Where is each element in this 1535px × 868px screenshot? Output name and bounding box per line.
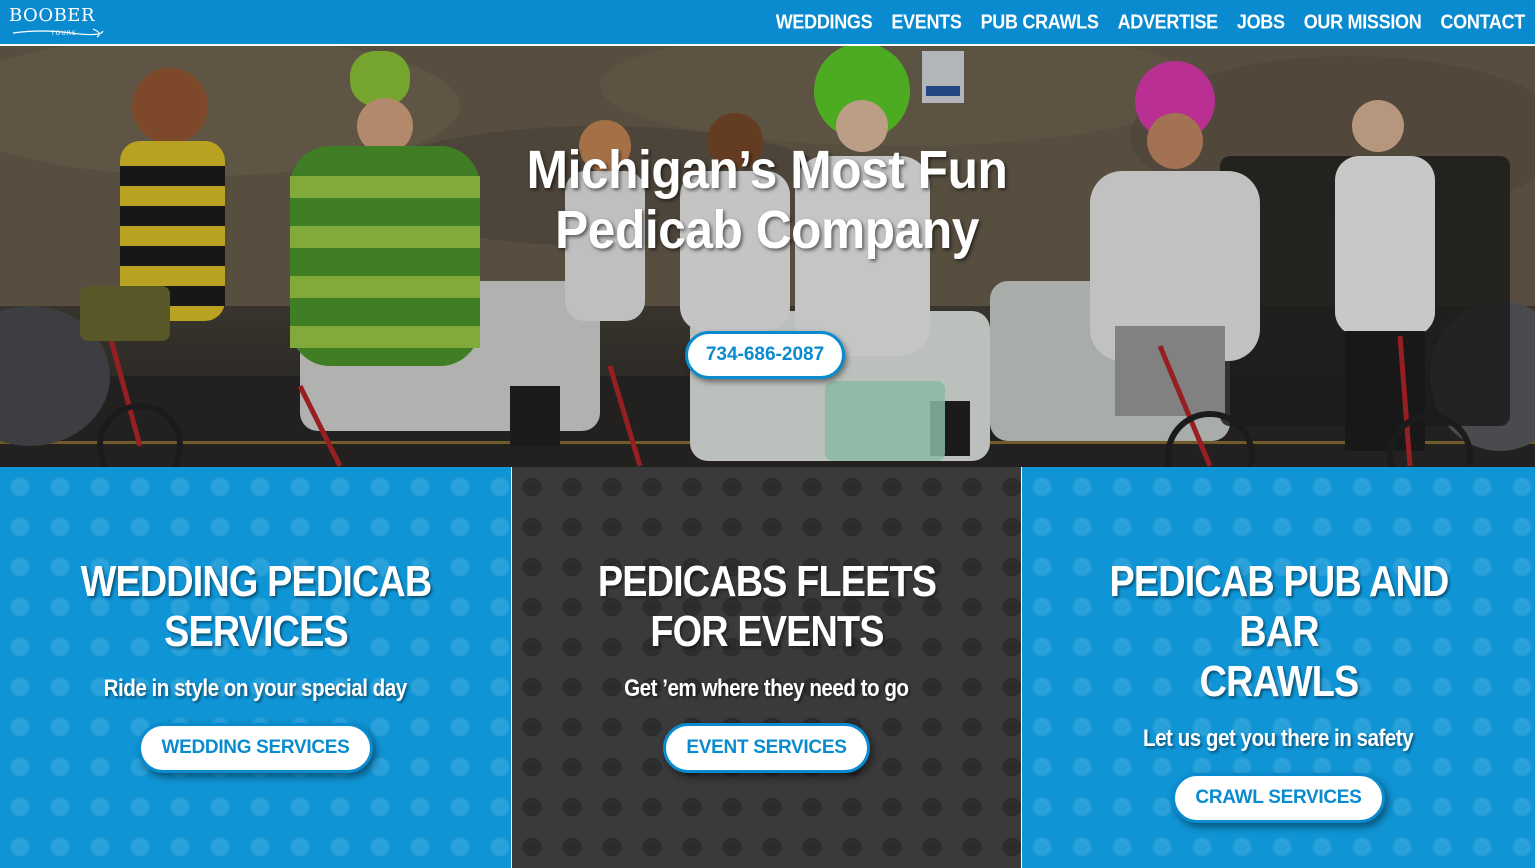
panel-weddings-title-line-2: SERVICES	[163, 607, 349, 656]
logo-wordmark: BOOBER	[9, 5, 95, 26]
panel-weddings-subtitle: Ride in style on your special day	[103, 675, 408, 702]
main-menu: WEDDINGS EVENTS PUB CRAWLS ADVERTISE JOB…	[776, 0, 1526, 44]
nav-item-advertise[interactable]: ADVERTISE	[1118, 10, 1219, 34]
logo-subtext: TOURS	[51, 30, 77, 37]
hero-headline: Michigan’s Most Fun Pedicab Company	[445, 140, 1089, 260]
event-services-button[interactable]: EVENT SERVICES	[663, 723, 870, 773]
panel-events: PEDICABS FLEETS FOR EVENTS Get ’em where…	[511, 467, 1022, 868]
phone-call-button[interactable]: 734-686-2087	[685, 331, 845, 379]
service-panels: WEDDING PEDICAB SERVICES Ride in style o…	[0, 467, 1535, 868]
panel-events-title: PEDICABS FLEETS FOR EVENTS	[577, 557, 955, 657]
panel-weddings: WEDDING PEDICAB SERVICES Ride in style o…	[0, 467, 511, 868]
nav-item-contact[interactable]: CONTACT	[1440, 10, 1525, 34]
nav-item-weddings[interactable]: WEDDINGS	[776, 10, 873, 34]
panel-events-subtitle: Get ’em where they need to go	[624, 675, 909, 702]
panel-pub-crawls-subtitle: Let us get you there in safety	[1143, 725, 1414, 752]
nav-item-pub-crawls[interactable]: PUB CRAWLS	[981, 10, 1099, 34]
boober-tours-logo[interactable]: BOOBER TOURS	[9, 5, 109, 39]
wedding-services-button[interactable]: WEDDING SERVICES	[138, 723, 373, 773]
panel-pub-crawls-title-line-1: PEDICAB PUB AND BAR	[1109, 557, 1449, 656]
panel-pub-crawls-title-line-2: CRAWLS	[1199, 657, 1359, 706]
panel-pub-crawls-title: PEDICAB PUB AND BAR CRAWLS	[1089, 557, 1467, 707]
panel-events-title-line-1: PEDICABS FLEETS	[597, 557, 936, 606]
nav-item-events[interactable]: EVENTS	[891, 10, 962, 34]
panel-weddings-title-line-1: WEDDING PEDICAB	[80, 557, 432, 606]
panel-events-title-line-2: FOR EVENTS	[649, 607, 884, 656]
panel-pub-crawls: PEDICAB PUB AND BAR CRAWLS Let us get yo…	[1022, 467, 1535, 868]
hero-headline-line-2: Pedicab Company	[555, 200, 979, 260]
hero-banner: Michigan’s Most Fun Pedicab Company 734-…	[0, 46, 1535, 467]
hero-headline-line-1: Michigan’s Most Fun	[526, 140, 1008, 200]
nav-item-jobs[interactable]: JOBS	[1237, 10, 1285, 34]
nav-item-our-mission[interactable]: OUR MISSION	[1304, 10, 1422, 34]
top-navigation: BOOBER TOURS WEDDINGS EVENTS PUB CRAWLS …	[0, 0, 1535, 46]
panel-weddings-title: WEDDING PEDICAB SERVICES	[66, 557, 444, 657]
crawl-services-button[interactable]: CRAWL SERVICES	[1172, 773, 1385, 823]
